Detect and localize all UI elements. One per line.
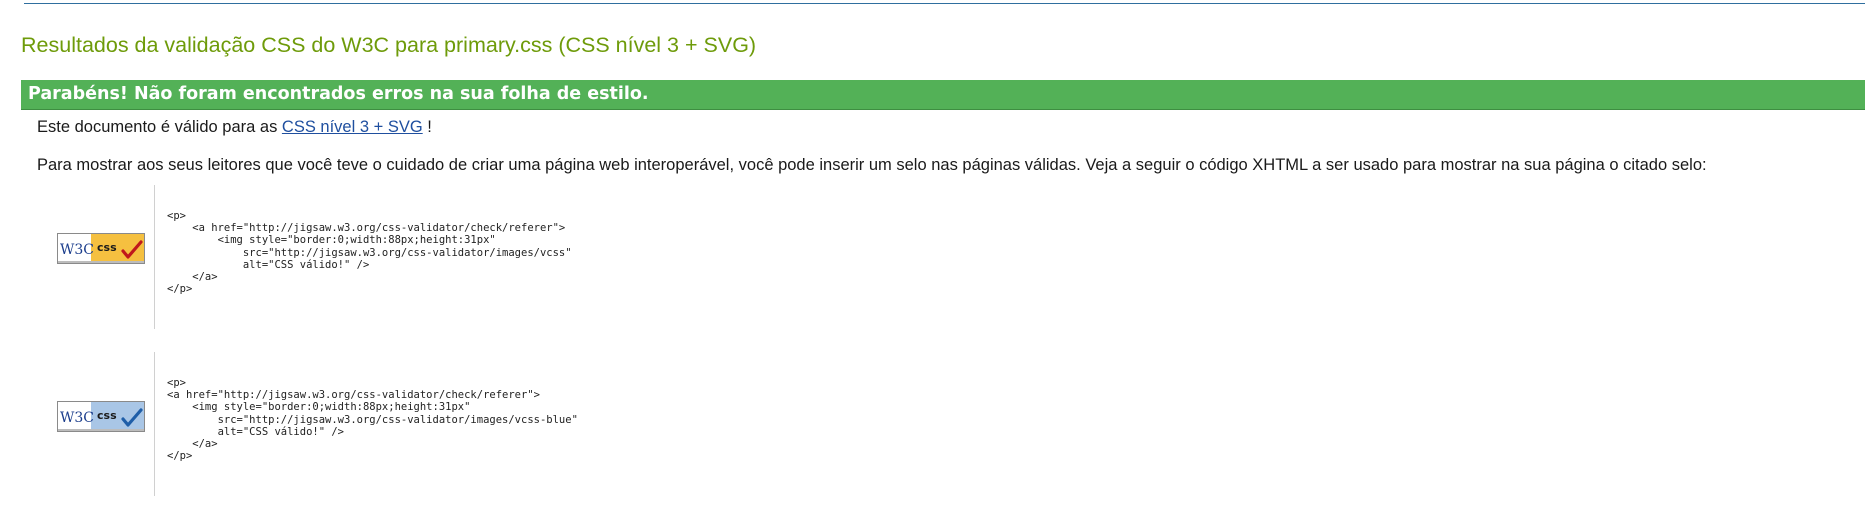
code-divider — [154, 185, 155, 329]
badge-block-blue: W3C css <p> <a href="http://jigsaw.w3.or… — [37, 352, 1237, 496]
w3c-logo-text: W3C — [60, 410, 94, 426]
validity-statement: Este documento é válido para as CSS níve… — [37, 118, 432, 137]
css-logo-text: css — [97, 241, 117, 254]
top-divider — [24, 3, 1865, 4]
success-banner: Parabéns! Não foram encontrados erros na… — [21, 80, 1865, 110]
w3c-logo-text: W3C — [60, 242, 94, 258]
badge-info-text: Para mostrar aos seus leitores que você … — [37, 156, 1707, 174]
badge-code-snippet: <p> <a href="http://jigsaw.w3.org/css-va… — [167, 377, 578, 463]
valid-css-gold-badge-icon[interactable]: W3C css — [57, 233, 145, 264]
validity-prefix: Este documento é válido para as — [37, 118, 282, 136]
css-logo-text: css — [97, 409, 117, 422]
success-message: Parabéns! Não foram encontrados erros na… — [28, 84, 649, 104]
validity-suffix: ! — [422, 118, 432, 136]
code-divider — [154, 352, 155, 496]
css-profile-link[interactable]: CSS nível 3 + SVG — [282, 118, 423, 136]
valid-css-blue-badge-icon[interactable]: W3C css — [57, 401, 145, 432]
page-title: Resultados da validação CSS do W3C para … — [21, 33, 757, 57]
badge-block-gold: W3C css <p> <a href="http://jigsaw.w3.or… — [37, 185, 1237, 329]
badge-code-snippet: <p> <a href="http://jigsaw.w3.org/css-va… — [167, 210, 572, 296]
